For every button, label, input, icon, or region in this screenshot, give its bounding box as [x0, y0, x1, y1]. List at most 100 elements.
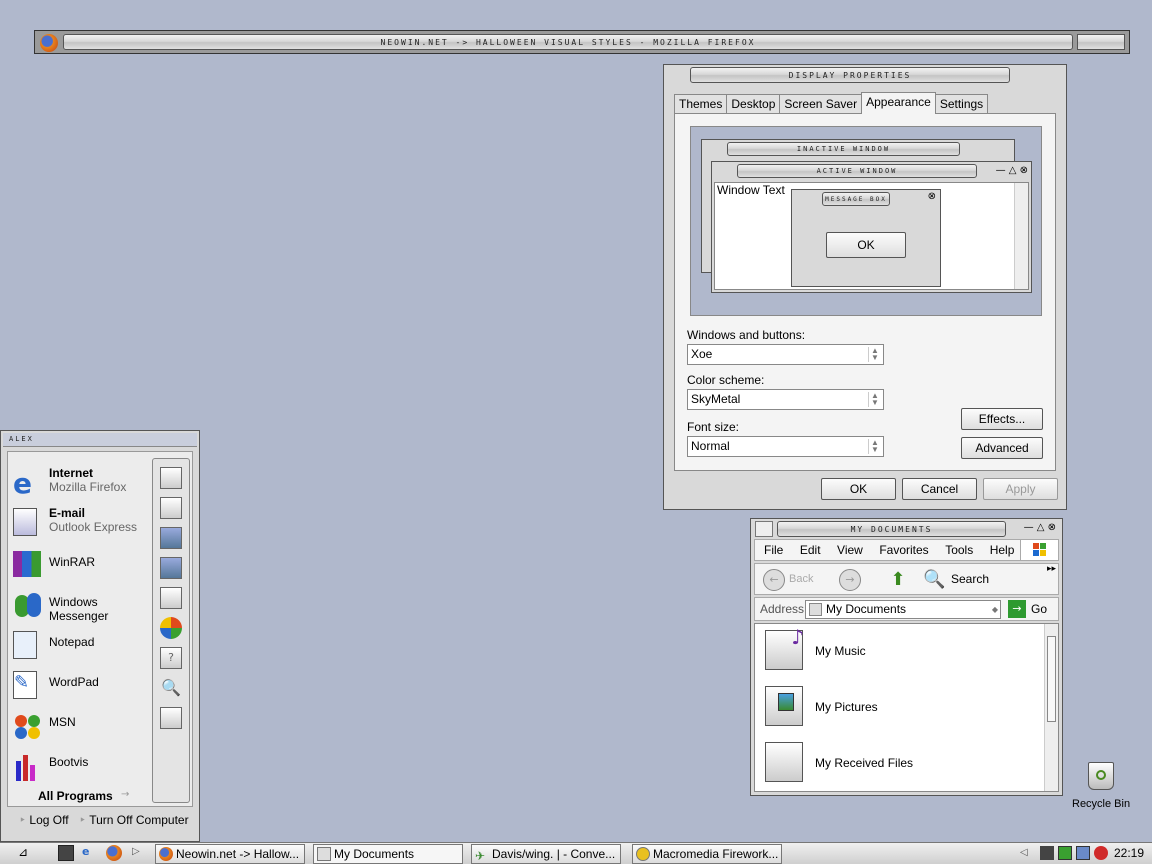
firefox-icon[interactable]	[40, 34, 58, 52]
up-folder-icon[interactable]: ⬆	[887, 569, 909, 591]
chevron-right-icon[interactable]: ▷	[132, 846, 140, 857]
search-button[interactable]: Search	[951, 572, 989, 586]
taskbar-button-label: Macromedia Firework...	[653, 847, 779, 861]
window-controls[interactable]: — △ ⊗	[1024, 522, 1056, 533]
menu-tools[interactable]: Tools	[945, 543, 973, 557]
firefox-window-bar[interactable]: NEOWIN.NET -> HALLOWEEN VISUAL STYLES - …	[34, 30, 1130, 54]
bootvis-chart-icon	[13, 751, 45, 783]
toolbar: ← Back → ⬆ 🔍 Search ▸▸	[754, 563, 1059, 595]
turn-off-button[interactable]: ‣ Turn Off Computer	[79, 813, 189, 827]
search-icon[interactable]: 🔍	[923, 569, 947, 591]
scrollbar-thumb[interactable]	[1047, 636, 1056, 722]
font-size-select[interactable]: Normal ▲ ▼	[687, 436, 884, 457]
go-button[interactable]: Go	[1031, 602, 1047, 616]
apply-button[interactable]: Apply	[983, 478, 1058, 500]
menu-item-name: MSN	[49, 715, 76, 729]
back-button[interactable]: Back	[789, 573, 813, 585]
search-icon[interactable]: 🔍	[160, 677, 182, 699]
message-box-preview: MESSAGE BOX ⊗ OK	[791, 189, 941, 287]
address-bar: Address My Documents ◆ → Go	[754, 597, 1059, 621]
folder-icon	[317, 847, 331, 861]
ok-button[interactable]: OK	[821, 478, 896, 500]
tab-appearance[interactable]: Appearance	[861, 92, 936, 114]
tray-alien-icon[interactable]	[1040, 846, 1054, 860]
start-menu-header: ALEX	[3, 433, 197, 447]
menu-favorites[interactable]: Favorites	[879, 543, 928, 557]
control-panel-icon[interactable]	[160, 587, 182, 609]
menu-item-msn[interactable]: MSN	[13, 707, 153, 745]
start-button[interactable]: ⊿	[18, 845, 36, 861]
color-scheme-select[interactable]: SkyMetal ▲ ▼	[687, 389, 884, 410]
turn-off-label: Turn Off Computer	[89, 813, 189, 827]
list-item[interactable]: My Pictures	[763, 682, 1043, 732]
help-icon[interactable]: ?	[160, 647, 182, 669]
display-properties-window: DISPLAY PROPERTIES Themes Desktop Screen…	[663, 64, 1067, 510]
advanced-button[interactable]: Advanced	[961, 437, 1043, 459]
windows-update-icon[interactable]	[160, 617, 182, 639]
show-desktop-icon[interactable]	[58, 845, 74, 861]
run-icon[interactable]	[160, 707, 182, 729]
active-window-controls: — △ ⊗	[995, 165, 1028, 176]
chevron-left-icon[interactable]: ◁	[1020, 847, 1028, 858]
cancel-button[interactable]: Cancel	[902, 478, 977, 500]
tab-settings[interactable]: Settings	[934, 94, 989, 114]
tray-network-icon[interactable]	[1058, 846, 1072, 860]
windows-buttons-select[interactable]: Xoe ▲ ▼	[687, 344, 884, 365]
my-recent-documents-icon[interactable]	[160, 497, 182, 519]
log-off-label: Log Off	[29, 813, 69, 827]
all-programs-button[interactable]: All Programs	[38, 789, 113, 803]
taskbar-button-conversation[interactable]: ✈ Davis/wing. | - Conve...	[471, 844, 621, 864]
address-label: Address	[760, 602, 805, 616]
menu-edit[interactable]: Edit	[800, 543, 821, 557]
effects-button[interactable]: Effects...	[961, 408, 1043, 430]
list-item[interactable]: My Received Files	[763, 738, 1043, 788]
address-input[interactable]: My Documents ◆	[805, 600, 1001, 619]
back-arrow-icon[interactable]: ←	[763, 569, 785, 591]
menu-item-internet[interactable]: e Internet Mozilla Firefox	[13, 464, 153, 502]
firefox-icon[interactable]	[106, 845, 122, 861]
window-controls[interactable]	[1077, 34, 1125, 50]
tray-monitor-icon[interactable]	[1076, 846, 1090, 860]
menu-item-wordpad[interactable]: ✎ WordPad	[13, 667, 153, 705]
menu-item-winrar[interactable]: WinRAR	[13, 547, 153, 585]
address-value: My Documents	[826, 602, 907, 616]
message-box-title: MESSAGE BOX	[822, 192, 890, 206]
internet-explorer-icon[interactable]: e	[82, 845, 98, 861]
wordpad-icon: ✎	[13, 671, 37, 699]
menu-item-name: E-mail	[49, 506, 86, 520]
vertical-scrollbar[interactable]	[1044, 624, 1058, 791]
forward-arrow-icon[interactable]: →	[839, 569, 861, 591]
display-properties-title: DISPLAY PROPERTIES	[690, 67, 1010, 83]
menu-item-email[interactable]: E-mail Outlook Express	[13, 504, 153, 542]
network-places-icon[interactable]	[160, 557, 182, 579]
menu-item-messenger[interactable]: Windows Messenger	[13, 587, 153, 625]
my-documents-title: MY DOCUMENTS	[777, 521, 1006, 537]
appearance-panel: INACTIVE WINDOW ACTIVE WINDOW — △ ⊗ Wind…	[674, 113, 1056, 471]
menu-item-bootvis[interactable]: Bootvis	[13, 747, 153, 785]
tray-alert-icon[interactable]	[1094, 846, 1108, 860]
taskbar-button-firefox[interactable]: Neowin.net -> Hallow...	[155, 844, 305, 864]
recycle-bin-icon[interactable]	[1086, 760, 1116, 794]
menu-view[interactable]: View	[837, 543, 863, 557]
dropdown-arrow-icon[interactable]: ◆	[992, 601, 998, 618]
tab-themes[interactable]: Themes	[674, 94, 728, 114]
my-computer-icon[interactable]	[160, 527, 182, 549]
chevron-right-icon[interactable]: ▸▸	[1047, 564, 1056, 574]
taskbar-button-label: Davis/wing. | - Conve...	[492, 847, 616, 861]
tab-screen-saver[interactable]: Screen Saver	[779, 94, 863, 114]
menu-item-name: WinRAR	[49, 555, 96, 569]
taskbar-button-my-documents[interactable]: My Documents	[313, 844, 463, 864]
menu-item-notepad[interactable]: Notepad	[13, 627, 153, 665]
folder-icon[interactable]	[755, 521, 773, 537]
menu-help[interactable]: Help	[990, 543, 1015, 557]
menu-file[interactable]: File	[764, 543, 783, 557]
go-arrow-icon[interactable]: →	[1008, 600, 1026, 618]
menu-item-name: WordPad	[49, 675, 99, 689]
taskbar-button-fireworks[interactable]: Macromedia Firework...	[632, 844, 782, 864]
my-documents-icon[interactable]	[160, 467, 182, 489]
log-off-button[interactable]: ‣ Log Off	[19, 813, 69, 827]
tab-desktop[interactable]: Desktop	[726, 94, 781, 114]
msn-butterfly-icon	[13, 711, 45, 743]
list-item[interactable]: ♪ My Music	[763, 625, 1043, 676]
menu-item-name: Internet	[49, 466, 94, 480]
